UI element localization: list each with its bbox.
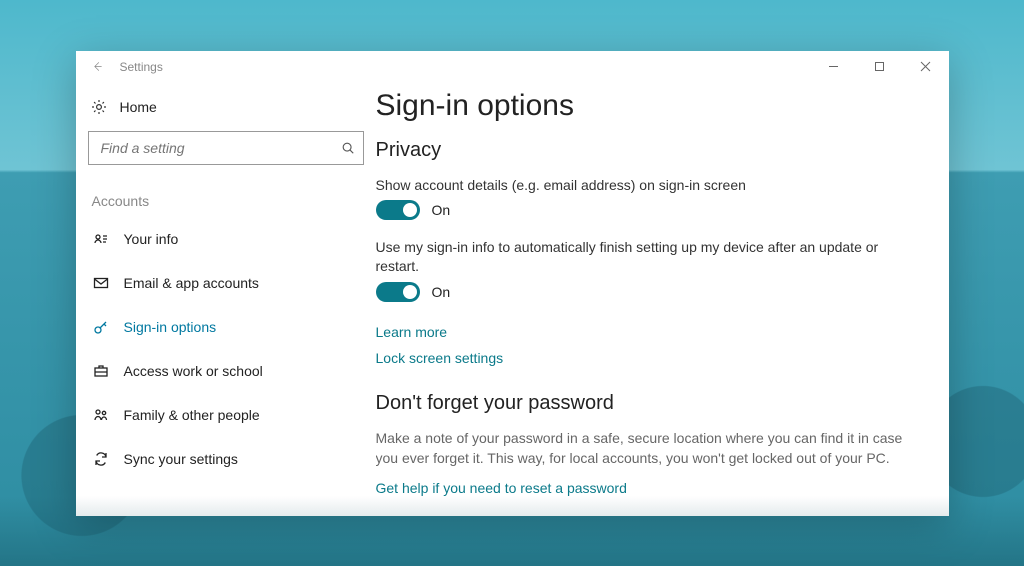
toggle-auto-finish[interactable]	[376, 282, 420, 302]
settings-window: Settings Home	[76, 51, 949, 516]
minimize-button[interactable]	[811, 51, 857, 83]
close-button[interactable]	[903, 51, 949, 83]
sidebar-item-access-work-or-school[interactable]: Access work or school	[88, 349, 364, 393]
briefcase-icon	[92, 363, 110, 379]
close-icon	[920, 61, 931, 72]
sidebar-item-your-info[interactable]: Your info	[88, 217, 364, 261]
sidebar-item-email-app-accounts[interactable]: Email & app accounts	[88, 261, 364, 305]
forget-password-section: Don't forget your password Make a note o…	[376, 392, 917, 496]
key-icon	[92, 319, 110, 335]
lock-screen-settings-link[interactable]: Lock screen settings	[376, 350, 917, 366]
sidebar-section-label: Accounts	[92, 193, 364, 209]
sidebar-item-label: Sign-in options	[124, 319, 217, 335]
sidebar-item-label: Your info	[124, 231, 179, 247]
page-title: Sign-in options	[376, 89, 917, 123]
home-button[interactable]: Home	[90, 99, 364, 115]
search-box[interactable]	[88, 131, 364, 165]
reset-password-help-link[interactable]: Get help if you need to reset a password	[376, 480, 627, 496]
sync-icon	[92, 451, 110, 467]
gear-icon	[90, 99, 108, 115]
person-card-icon	[92, 231, 110, 247]
setting-auto-finish: Use my sign-in info to automatically fin…	[376, 238, 896, 302]
sidebar-item-sync-your-settings[interactable]: Sync your settings	[88, 437, 364, 481]
setting-show-account: Show account details (e.g. email address…	[376, 176, 896, 221]
maximize-button[interactable]	[857, 51, 903, 83]
minimize-icon	[828, 61, 839, 72]
learn-more-link[interactable]: Learn more	[376, 324, 448, 340]
toggle-state: On	[432, 202, 451, 218]
sidebar: Home Accounts Your info Email & app accou…	[76, 83, 376, 516]
app-title: Settings	[120, 60, 163, 74]
content-area: Sign-in options Privacy Show account det…	[376, 83, 949, 516]
sidebar-item-sign-in-options[interactable]: Sign-in options	[88, 305, 364, 349]
home-label: Home	[120, 99, 157, 115]
back-button[interactable]	[76, 61, 120, 72]
search-input[interactable]	[99, 139, 341, 157]
family-icon	[92, 407, 110, 423]
privacy-heading: Privacy	[376, 139, 917, 162]
back-arrow-icon	[92, 61, 103, 72]
toggle-show-account[interactable]	[376, 200, 420, 220]
sidebar-item-label: Access work or school	[124, 363, 263, 379]
setting-label: Show account details (e.g. email address…	[376, 176, 896, 195]
toggle-state: On	[432, 284, 451, 300]
sidebar-item-label: Email & app accounts	[124, 275, 259, 291]
mail-icon	[92, 275, 110, 291]
sidebar-item-label: Family & other people	[124, 407, 260, 423]
forget-body: Make a note of your password in a safe, …	[376, 429, 917, 468]
sidebar-item-label: Sync your settings	[124, 451, 238, 467]
titlebar: Settings	[76, 51, 949, 83]
sidebar-nav: Your info Email & app accounts Sign-in opt…	[88, 217, 364, 481]
forget-heading: Don't forget your password	[376, 392, 917, 415]
titlebar-left: Settings	[76, 51, 163, 83]
search-icon	[341, 141, 355, 155]
maximize-icon	[874, 61, 885, 72]
window-body: Home Accounts Your info Email & app accou…	[76, 83, 949, 516]
setting-label: Use my sign-in info to automatically fin…	[376, 238, 896, 276]
sidebar-item-family-other-people[interactable]: Family & other people	[88, 393, 364, 437]
